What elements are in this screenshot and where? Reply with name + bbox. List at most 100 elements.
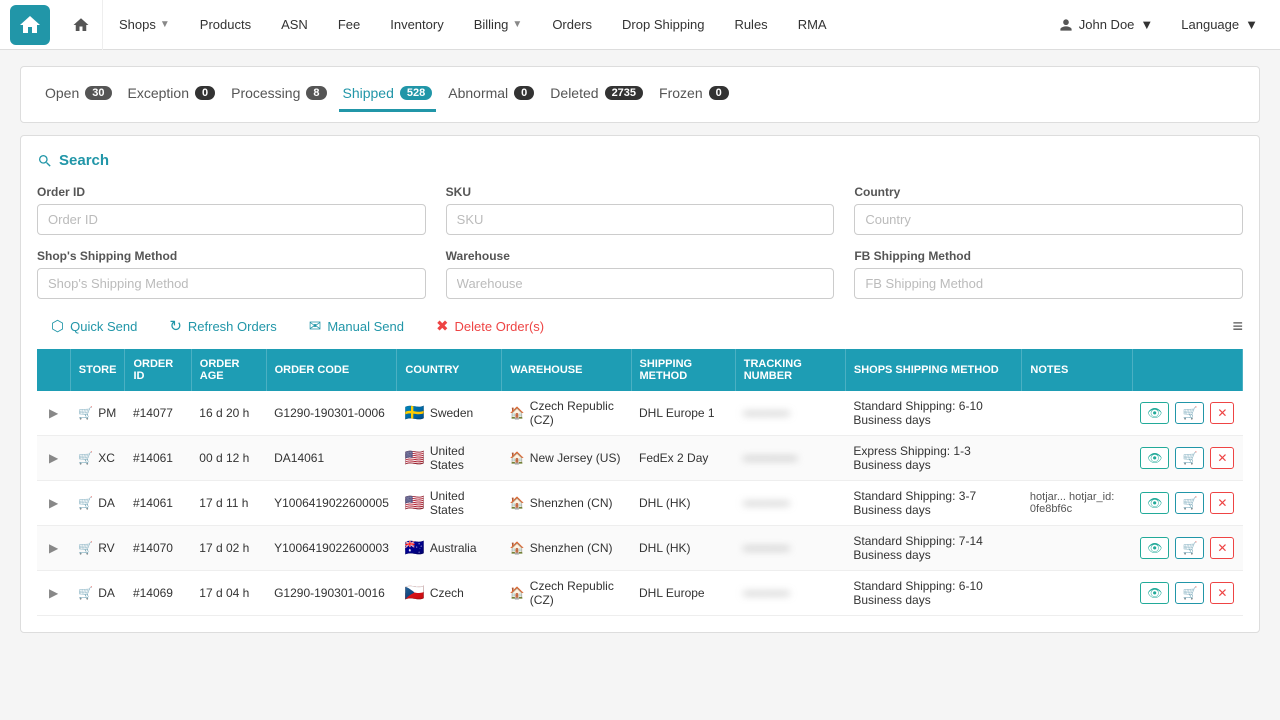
row-store: 🛒 RV — [70, 526, 125, 571]
country-group: Country — [854, 185, 1243, 235]
column-toggle-button[interactable]: ≡ — [1232, 316, 1243, 337]
warehouse-group: Warehouse — [446, 249, 835, 299]
row-order-id: #14077 — [125, 391, 191, 436]
language-menu[interactable]: Language ▼ — [1169, 0, 1270, 50]
search-title: Search — [59, 152, 109, 169]
row-expand-cell: ▶ — [37, 436, 70, 481]
nav-rules[interactable]: Rules — [720, 0, 781, 50]
row-notes — [1022, 526, 1132, 571]
row-cart-button[interactable]: 🛒 — [1175, 402, 1204, 424]
row-cart-button[interactable]: 🛒 — [1175, 582, 1204, 604]
row-cart-button[interactable]: 🛒 — [1175, 537, 1204, 559]
warehouse-icon: 🏠 — [510, 541, 525, 555]
row-expand-cell: ▶ — [37, 391, 70, 436]
nav-inventory[interactable]: Inventory — [376, 0, 457, 50]
search-form: Order ID SKU Country Shop's Shipping Met… — [37, 185, 1243, 299]
row-order-id: #14069 — [125, 571, 191, 616]
row-delete-button[interactable]: ✕ — [1210, 537, 1234, 559]
row-shipping-method: FedEx 2 Day — [631, 436, 735, 481]
nav-orders[interactable]: Orders — [538, 0, 606, 50]
nav-asn[interactable]: ASN — [267, 0, 322, 50]
row-delete-button[interactable]: ✕ — [1210, 447, 1234, 469]
row-expand-button[interactable]: ▶ — [45, 404, 62, 422]
nav-drop-shipping[interactable]: Drop Shipping — [608, 0, 718, 50]
row-delete-button[interactable]: ✕ — [1210, 402, 1234, 424]
nav-fee[interactable]: Fee — [324, 0, 374, 50]
col-warehouse: WAREHOUSE — [502, 349, 631, 391]
row-tracking-number: •••••••••••••• — [735, 436, 845, 481]
table-row: ▶ 🛒 PM #14077 16 d 20 h G1290-190301-000… — [37, 391, 1243, 436]
tab-shipped[interactable]: Shipped 528 — [339, 79, 437, 112]
row-country: 🇺🇸 United States — [397, 436, 502, 481]
warehouse-label: Warehouse — [446, 249, 835, 263]
navbar: Shops ▼ Products ASN Fee Inventory Billi… — [0, 0, 1280, 50]
manual-send-button[interactable]: ✉ Manual Send — [295, 311, 418, 341]
row-warehouse: 🏠 Czech Republic (CZ) — [502, 571, 631, 616]
row-country: 🇨🇿 Czech — [397, 571, 502, 616]
row-tracking-number: •••••••••••• — [735, 391, 845, 436]
tab-abnormal[interactable]: Abnormal 0 — [444, 79, 538, 112]
row-action-buttons: 👁 🛒 ✕ — [1132, 571, 1242, 616]
home-nav-item[interactable] — [60, 0, 103, 50]
row-view-button[interactable]: 👁 — [1140, 582, 1169, 604]
row-order-age: 17 d 04 h — [191, 571, 266, 616]
nav-products[interactable]: Products — [186, 0, 265, 50]
row-shipping-method: DHL (HK) — [631, 481, 735, 526]
tab-exception[interactable]: Exception 0 — [124, 79, 220, 112]
quick-send-button[interactable]: ⬡ Quick Send — [37, 311, 151, 341]
orders-table: STORE ORDER ID ORDER AGE ORDER CODE COUN… — [37, 349, 1243, 616]
row-action-buttons: 👁 🛒 ✕ — [1132, 481, 1242, 526]
tab-open[interactable]: Open 30 — [41, 79, 116, 112]
col-expand — [37, 349, 70, 391]
order-id-label: Order ID — [37, 185, 426, 199]
col-shipping-method: SHIPPING METHOD — [631, 349, 735, 391]
user-menu[interactable]: John Doe ▼ — [1047, 0, 1166, 50]
row-delete-button[interactable]: ✕ — [1210, 582, 1234, 604]
search-icon — [37, 153, 53, 169]
row-delete-button[interactable]: ✕ — [1210, 492, 1234, 514]
row-view-button[interactable]: 👁 — [1140, 402, 1169, 424]
row-expand-button[interactable]: ▶ — [45, 539, 62, 557]
row-expand-button[interactable]: ▶ — [45, 494, 62, 512]
row-shop-shipping: Standard Shipping: 3-7 Business days — [845, 481, 1022, 526]
shop-shipping-input[interactable] — [37, 268, 426, 299]
country-input[interactable] — [854, 204, 1243, 235]
warehouse-icon: 🏠 — [510, 451, 525, 465]
nav-rma[interactable]: RMA — [784, 0, 841, 50]
row-view-button[interactable]: 👁 — [1140, 447, 1169, 469]
refresh-icon: ↻ — [169, 317, 182, 335]
tab-processing[interactable]: Processing 8 — [227, 79, 330, 112]
row-view-button[interactable]: 👁 — [1140, 492, 1169, 514]
logo[interactable] — [10, 5, 50, 45]
row-notes: hotjar... hotjar_id: 0fe8bf6c — [1022, 481, 1132, 526]
row-warehouse: 🏠 Czech Republic (CZ) — [502, 391, 631, 436]
nav-billing[interactable]: Billing ▼ — [460, 0, 537, 50]
fb-shipping-input[interactable] — [854, 268, 1243, 299]
row-cart-button[interactable]: 🛒 — [1175, 492, 1204, 514]
row-cart-button[interactable]: 🛒 — [1175, 447, 1204, 469]
col-order-id: ORDER ID — [125, 349, 191, 391]
row-order-age: 17 d 11 h — [191, 481, 266, 526]
row-country: 🇦🇺 Australia — [397, 526, 502, 571]
row-expand-button[interactable]: ▶ — [45, 449, 62, 467]
tab-deleted[interactable]: Deleted 2735 — [546, 79, 647, 112]
row-view-button[interactable]: 👁 — [1140, 537, 1169, 559]
table-row: ▶ 🛒 DA #14069 17 d 04 h G1290-190301-001… — [37, 571, 1243, 616]
warehouse-input[interactable] — [446, 268, 835, 299]
sku-input[interactable] — [446, 204, 835, 235]
refresh-orders-button[interactable]: ↻ Refresh Orders — [155, 311, 290, 341]
table-row: ▶ 🛒 RV #14070 17 d 02 h Y100641902260000… — [37, 526, 1243, 571]
row-notes — [1022, 436, 1132, 481]
row-shop-shipping: Standard Shipping: 6-10 Business days — [845, 571, 1022, 616]
order-id-group: Order ID — [37, 185, 426, 235]
row-expand-button[interactable]: ▶ — [45, 584, 62, 602]
nav-shops[interactable]: Shops ▼ — [105, 0, 184, 50]
table-row: ▶ 🛒 XC #14061 00 d 12 h DA14061 🇺🇸 Unite… — [37, 436, 1243, 481]
col-actions — [1132, 349, 1242, 391]
country-flag-icon: 🇸🇪 — [405, 403, 425, 423]
row-shipping-method: DHL Europe 1 — [631, 391, 735, 436]
delete-orders-button[interactable]: ✖ Delete Order(s) — [422, 311, 558, 341]
tab-frozen[interactable]: Frozen 0 — [655, 79, 733, 112]
country-flag-icon: 🇺🇸 — [405, 448, 425, 468]
order-id-input[interactable] — [37, 204, 426, 235]
